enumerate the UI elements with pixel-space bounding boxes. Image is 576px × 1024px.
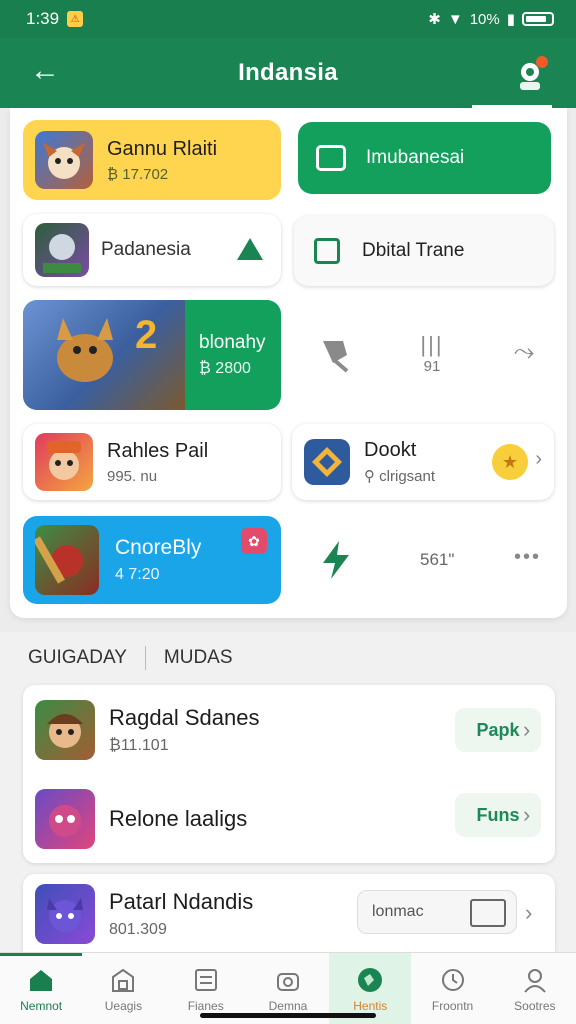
notification-icon: ⚠ [67,11,84,27]
game-time: 4 7:20 [115,566,160,583]
camera-icon [273,965,303,995]
home-indicator [200,1013,376,1018]
game-thumbnail [35,131,93,189]
list-item[interactable]: Ragdal Sdanes ₿11.101 Papk › [23,690,555,770]
game-thumbnail [35,700,95,760]
profile-icon[interactable] [514,52,550,92]
nav-label: Ueagis [104,998,143,1013]
nav-item-2[interactable]: Ueagis [82,953,164,1024]
game-thumbnail [35,789,95,849]
svg-text:2: 2 [135,313,157,357]
nav-label: Demna [268,998,308,1013]
game-title: Rahles Pail [107,439,209,462]
game-title: CnoreBly [115,536,202,559]
store-icon [108,965,138,995]
more-icon[interactable]: ••• [514,546,541,569]
bars-icon[interactable]: ||| 91 [410,328,454,378]
game-subtitle: ⚲ clrigsant [364,468,436,485]
game-title: Relone laaligs [109,806,248,831]
bolt-icon[interactable] [316,538,356,582]
clipboard-icon [314,238,340,264]
category-label: Imubanesai [366,147,465,168]
chevron-right-icon[interactable]: › [523,802,530,828]
game-thumbnail [35,884,95,944]
list-icon [191,965,221,995]
game-title: Dookt [364,439,417,461]
game-banner: 2 [23,300,185,410]
game-title: Padanesia [101,239,191,260]
wifi-icon: ▼ [447,10,463,28]
category-label: Dbital Trane [362,240,465,261]
action-label: lonmac [372,903,424,920]
briefcase-icon [316,145,346,171]
pin-icon[interactable] [312,330,358,376]
battery-icon [522,12,554,26]
stat-value: 561" [420,550,455,569]
game-price: ₿ 17.702 [107,165,169,183]
person-icon [520,965,550,995]
chevron-right-icon[interactable]: › [535,448,542,471]
game-tile-dookt[interactable]: Dookt ⚲ clrigsant ★ › [292,424,554,500]
game-thumbnail [35,223,89,277]
nav-label: Sootres [514,998,556,1013]
nav-item-home[interactable]: Nemnot [0,953,83,1024]
game-title: Patarl Ndandis [109,889,254,914]
home-icon [26,965,56,995]
link-icon[interactable]: ⤳ [504,332,544,372]
nav-label: Hentis [353,998,388,1013]
game-tile-blonahy[interactable]: 2 blonahy ₿ 2800 [23,300,281,410]
game-tile-cnorebly[interactable]: CnoreBly 4 7:20 ✿ [23,516,281,604]
bluetooth-icon: ✱ [428,11,441,28]
nav-item-7[interactable]: Sootres [494,953,576,1024]
game-price: ₿11.101 [109,737,169,754]
game-title: Gannu Rlaiti [107,137,218,160]
nav-label: Fianes [187,998,224,1013]
calendar-icon [470,899,506,927]
chevron-right-icon[interactable]: › [525,900,532,926]
stat-value: 91 [423,357,441,375]
game-price: 995. nu [107,467,158,485]
game-list: Ragdal Sdanes ₿11.101 Papk › Relone laal… [23,685,555,863]
clock-icon [438,965,468,995]
category-tile-dbital[interactable]: Dbital Trane [294,216,554,286]
game-thumbnail [304,439,350,485]
badge-icon[interactable]: ✿ [241,528,267,554]
status-time: 1:39 [26,9,60,28]
chevron-right-icon[interactable]: › [523,717,530,743]
game-thumbnail [35,525,99,595]
game-tile-gannu[interactable]: Gannu Rlaiti ₿ 17.702 [23,120,281,200]
game-price: ₿ 2800 [199,360,251,377]
app-bar: ← Indansia [0,38,576,108]
list-item[interactable]: Patarl Ndandis 801.309 lonmac › [23,878,555,950]
tab-mudas[interactable]: MUDAS [164,647,233,669]
page-title: Indansia [238,59,338,86]
game-title: blonahy [199,332,266,353]
nav-item-6[interactable]: Froontn [411,953,493,1024]
game-thumbnail [35,433,93,491]
game-tile-padanesia[interactable]: Padanesia [23,214,281,286]
game-title: Ragdal Sdanes [109,705,260,730]
section-tabs: GUIGADAY MUDAS [28,646,233,670]
globe-icon [355,965,385,995]
back-arrow-icon[interactable]: ← [30,56,60,86]
battery-percent: 10% [469,10,500,28]
list-item[interactable]: Relone laaligs Funs › [23,779,555,859]
game-tile-rahles[interactable]: Rahles Pail 995. nu [23,424,281,500]
game-list-secondary: Patarl Ndandis 801.309 lonmac › [23,874,555,954]
game-price: 801.309 [109,921,167,938]
tab-guigaday[interactable]: GUIGADAY [28,647,127,669]
status-bar: 1:39 ⚠ ✱ ▼ 10% ▮ [0,0,576,38]
tab-divider [144,646,146,670]
star-badge-icon[interactable]: ★ [492,444,528,480]
category-tile-imubanesai[interactable]: Imubanesai [298,122,551,194]
nav-label: Nemnot [20,998,63,1013]
nav-label: Froontn [431,998,474,1013]
signal-icon: ▮ [506,11,515,28]
triangle-icon[interactable] [237,238,263,260]
action-button[interactable]: lonmac [357,890,517,934]
